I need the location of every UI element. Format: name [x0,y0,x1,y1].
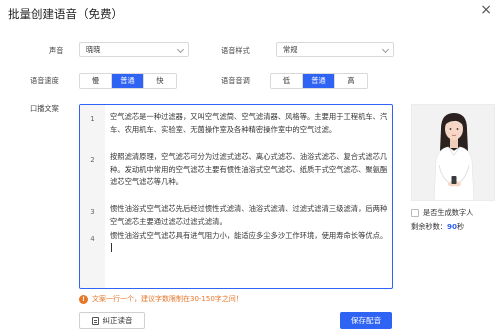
remaining-value: 90 [446,222,457,231]
text-caret [111,242,112,252]
hint-text: 文案一行一个，建议字数限制在30-150字之间！ [92,295,243,303]
script-line[interactable]: 惯性油浴式空气滤芯先后经过惯性式滤清、油浴式滤清、过滤式滤清三级滤清，后两种空气… [110,203,388,228]
close-icon[interactable]: × [480,3,492,17]
document-icon [91,316,99,325]
script-line-last[interactable]: 惯性油浴式空气滤芯具有进气阻力小，能适应多尘多沙工作环境，使用寿命长等优点。 [110,230,388,255]
chevron-down-icon [176,45,185,54]
speed-segmented: 慢 普通 快 [79,73,177,89]
speed-label: 语音速度 [30,76,59,85]
pitch-option-high[interactable]: 高 [335,74,367,88]
voice-select[interactable]: 晓晓 [79,42,189,57]
digital-human-option[interactable]: 是否生成数字人 [411,208,473,218]
remaining-seconds: 剩余秒数：90秒 [411,222,464,232]
style-select[interactable]: 常规 [276,42,394,57]
digital-human-preview [411,104,495,201]
script-label: 口播文案 [30,104,59,113]
save-voice-button[interactable]: 保存配音 [340,312,392,329]
script-line[interactable]: 空气滤芯是一种过滤器，又叫空气滤筒、空气滤清器、风格等。主要用于工程机车、汽车、… [110,111,388,136]
script-editor[interactable]: 1 空气滤芯是一种过滤器，又叫空气滤筒、空气滤清器、风格等。主要用于工程机车、汽… [79,104,393,289]
speed-option-normal[interactable]: 普通 [112,74,144,88]
speed-option-slow[interactable]: 慢 [80,74,112,88]
warning-icon: ! [79,294,88,304]
pitch-segmented: 低 普通 高 [270,73,368,89]
remaining-prefix: 剩余秒数： [411,222,447,231]
voice-select-value: 晓晓 [86,45,101,54]
line-number: 2 [90,156,95,164]
voice-label: 声音 [49,46,64,55]
line-number: 1 [90,115,95,123]
line-number-gutter [80,105,105,288]
style-label: 语音样式 [221,46,250,55]
correct-pronunciation-label: 纠正读音 [102,316,133,325]
pitch-option-low[interactable]: 低 [271,74,303,88]
dialog-title: 批量创建语音（免费） [8,7,123,21]
word-count-hint: ! 文案一行一个，建议字数限制在30-150字之间！ [79,294,243,304]
pitch-label: 语音音调 [221,76,250,85]
script-line[interactable]: 按照滤清原理，空气滤芯可分为过滤式滤芯、离心式滤芯、油浴式滤芯、复合式滤芯几种。… [110,151,388,189]
presenter-image [412,105,494,200]
script-line-text: 惯性油浴式空气滤芯具有进气阻力小，能适应多尘多沙工作环境，使用寿命长等优点。 [110,231,388,240]
pitch-option-normal[interactable]: 普通 [303,74,335,88]
line-number: 4 [90,235,95,243]
digital-human-label: 是否生成数字人 [423,208,474,217]
chevron-down-icon [381,45,390,54]
speed-option-fast[interactable]: 快 [144,74,176,88]
correct-pronunciation-button[interactable]: 纠正读音 [79,312,145,329]
style-select-value: 常规 [283,45,298,54]
line-number: 3 [90,208,95,216]
digital-human-checkbox[interactable] [411,209,419,217]
remaining-suffix: 秒 [456,222,465,231]
